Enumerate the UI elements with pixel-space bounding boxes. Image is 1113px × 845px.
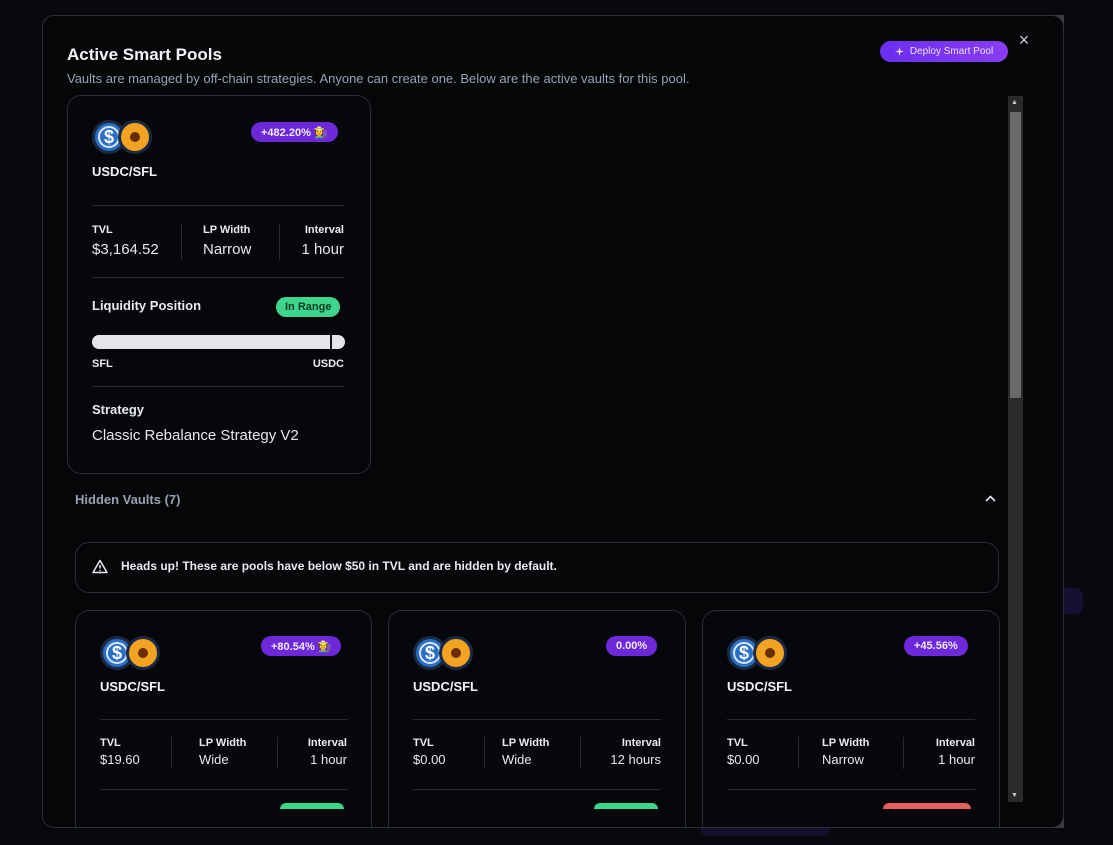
lp-width-label: LP Width — [822, 737, 870, 749]
liquidity-position-label: Liquidity Position — [92, 298, 202, 313]
pair-name: USDC/SFL — [100, 679, 165, 694]
interval-label: Interval — [307, 737, 347, 749]
token-pair-icons: $ — [100, 636, 160, 670]
interval-value: 12 hours — [610, 752, 661, 767]
scrollbar-thumb[interactable] — [1010, 112, 1021, 398]
price-marker — [330, 335, 332, 349]
divider — [413, 789, 661, 790]
sfl-coin-icon — [118, 120, 152, 154]
divider — [181, 224, 182, 260]
modal-subtitle: Vaults are managed by off-chain strategi… — [67, 71, 690, 86]
pair-name: USDC/SFL — [92, 164, 157, 179]
vault-card[interactable]: $ 0.00% USDC/SFL TVL $0.00 LP Width Wide… — [388, 610, 686, 827]
lp-width-value: Narrow — [822, 752, 864, 767]
chevron-up-icon[interactable] — [985, 492, 996, 506]
range-right-label: USDC — [312, 358, 344, 370]
divider — [484, 737, 485, 769]
interval-value: 1 hour — [301, 241, 344, 258]
divider — [100, 719, 348, 720]
token-pair-icons: $ — [413, 636, 473, 670]
lp-width-value: Narrow — [203, 241, 252, 258]
divider — [798, 737, 799, 769]
sparkle-icon — [894, 47, 904, 56]
close-icon[interactable]: × — [1015, 31, 1033, 49]
lp-width-label: LP Width — [502, 737, 550, 749]
token-pair-icons: $ — [92, 120, 152, 154]
divider — [92, 205, 345, 206]
lp-width-label: LP Width — [199, 737, 247, 749]
lp-width-value: Wide — [199, 752, 229, 767]
tvl-value: $3,164.52 — [92, 241, 159, 258]
lp-width-label: LP Width — [203, 224, 251, 236]
range-bar — [92, 335, 345, 349]
apr-badge: +482.20% 🧑‍🌾 — [251, 122, 338, 142]
divider — [727, 789, 975, 790]
interval-value: 1 hour — [310, 752, 347, 767]
range-status-badge — [280, 803, 344, 809]
scroll-up-arrow-icon[interactable]: ▲ — [1011, 99, 1018, 106]
apr-badge: 0.00% — [606, 636, 658, 656]
interval-label: Interval — [621, 737, 661, 749]
active-smart-pools-modal: Active Smart Pools Vaults are managed by… — [42, 15, 1064, 828]
tvl-label: TVL — [413, 737, 434, 749]
divider — [727, 719, 975, 720]
deploy-smart-pool-button[interactable]: Deploy Smart Pool — [880, 41, 1008, 62]
divider — [279, 224, 280, 260]
sfl-coin-icon — [753, 636, 787, 670]
pair-name: USDC/SFL — [413, 679, 478, 694]
range-left-label: SFL — [92, 358, 113, 370]
divider — [171, 737, 172, 769]
sfl-coin-icon — [126, 636, 160, 670]
token-pair-icons: $ — [727, 636, 787, 670]
divider — [92, 277, 345, 278]
divider — [580, 737, 581, 769]
tvl-value: $0.00 — [727, 752, 760, 767]
strategy-label: Strategy — [92, 402, 145, 417]
pair-name: USDC/SFL — [727, 679, 792, 694]
sfl-coin-icon — [439, 636, 473, 670]
tvl-label: TVL — [727, 737, 748, 749]
heads-up-alert: Heads up! These are pools have below $50… — [75, 542, 999, 593]
range-status-badge — [883, 803, 971, 809]
range-status-badge — [594, 803, 658, 809]
lp-width-value: Wide — [502, 752, 532, 767]
vault-list-scrollbar[interactable]: ▲ ▼ — [1008, 96, 1023, 802]
strategy-name: Classic Rebalance Strategy V2 — [92, 427, 299, 444]
interval-label: Interval — [935, 737, 975, 749]
warning-icon — [92, 559, 108, 574]
interval-label: Interval — [304, 224, 344, 236]
tvl-label: TVL — [92, 224, 113, 236]
modal-title: Active Smart Pools — [67, 45, 222, 64]
apr-badge: +45.56% — [904, 636, 968, 656]
tvl-value: $19.60 — [100, 752, 140, 767]
scroll-down-arrow-icon[interactable]: ▼ — [1011, 792, 1018, 799]
tvl-value: $0.00 — [413, 752, 446, 767]
interval-value: 1 hour — [938, 752, 975, 767]
vault-card[interactable]: $ +45.56% USDC/SFL TVL $0.00 LP Width Na… — [702, 610, 1000, 827]
vault-card[interactable]: $ +482.20% 🧑‍🌾 USDC/SFL TVL $3,164.52 LP… — [67, 95, 371, 474]
alert-text: Heads up! These are pools have below $50… — [121, 559, 557, 573]
in-range-badge: In Range — [276, 297, 341, 317]
divider — [413, 719, 661, 720]
divider — [903, 737, 904, 769]
hidden-vaults-toggle[interactable]: Hidden Vaults (7) — [75, 492, 180, 507]
apr-badge: +80.54% 🧑‍🌾 — [261, 636, 342, 656]
divider — [277, 737, 278, 769]
vault-card[interactable]: $ +80.54% 🧑‍🌾 USDC/SFL TVL $19.60 LP Wid… — [75, 610, 372, 827]
deploy-label: Deploy Smart Pool — [909, 46, 994, 57]
divider — [100, 789, 348, 790]
divider — [92, 386, 345, 387]
tvl-label: TVL — [100, 737, 121, 749]
